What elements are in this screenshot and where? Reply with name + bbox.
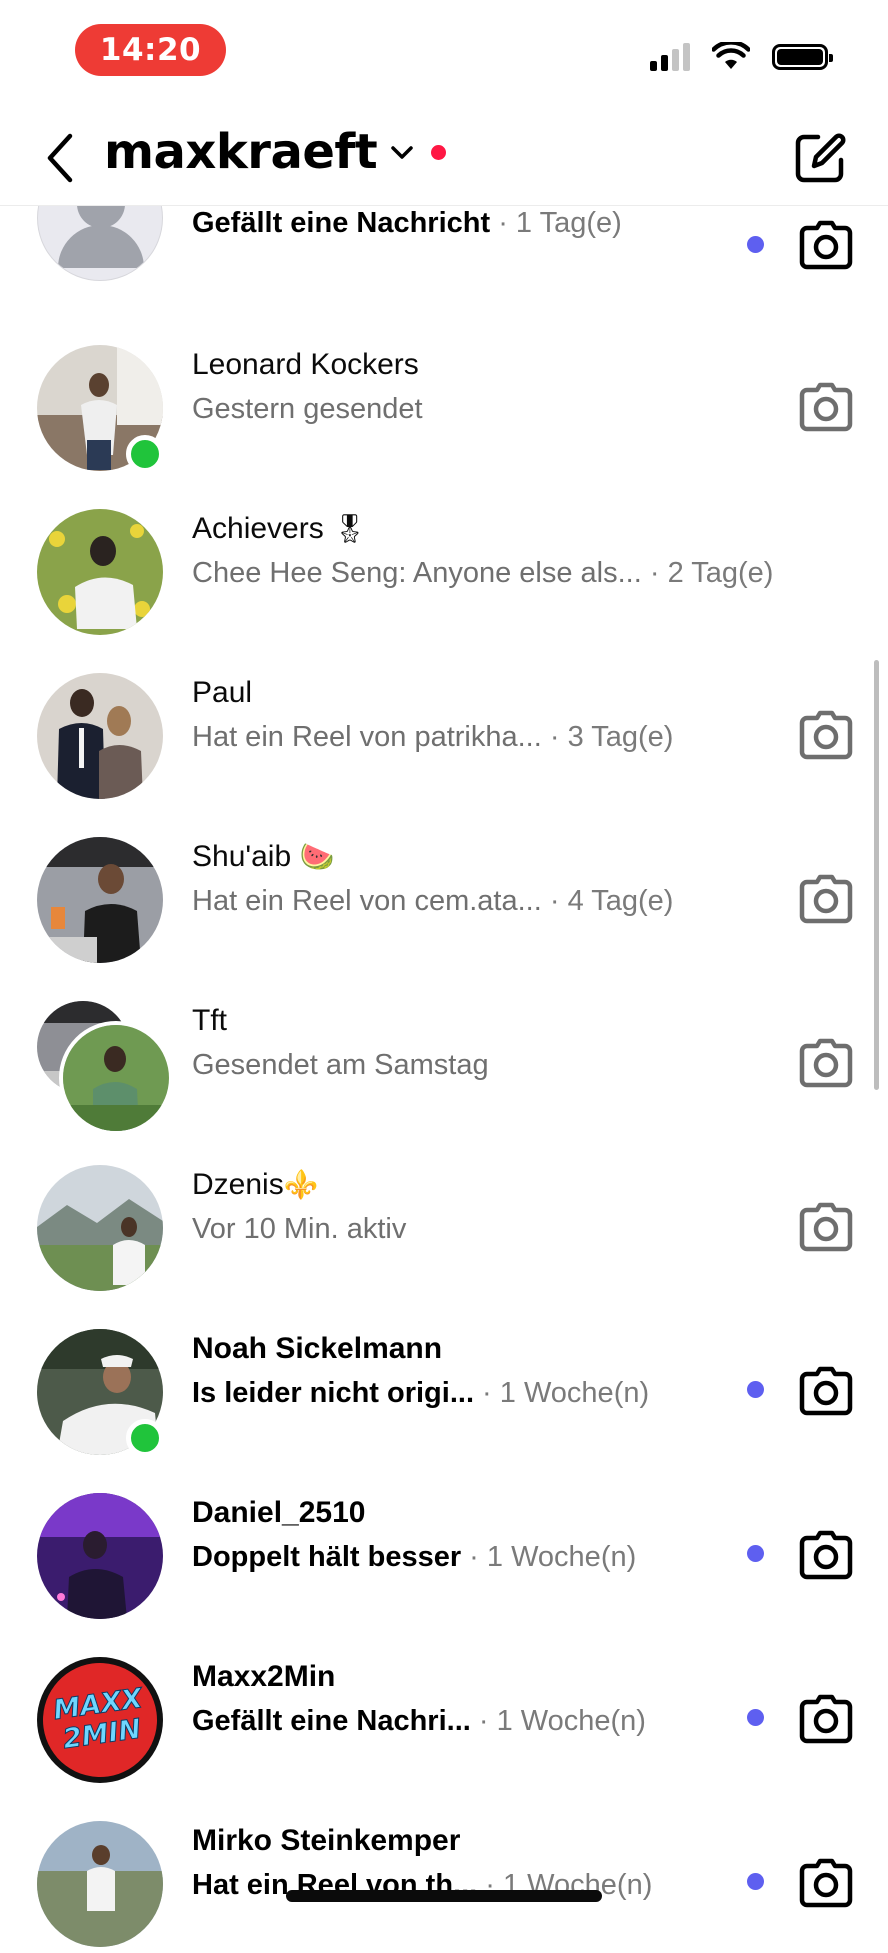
conversation-row-achievers[interactable]: Achievers 🎖 Chee Hee Seng: Anyone else a… (0, 477, 888, 641)
medal-emoji: 🎖 (332, 513, 368, 544)
conversation-row-shuaib[interactable]: Shu'aib 🍉 Hat ein Reel von cem.ata... · … (0, 805, 888, 969)
dropdown-chevron-icon (391, 146, 413, 159)
unread-dot (747, 1381, 764, 1398)
conversation-name: Achievers 🎖 (192, 512, 368, 545)
compose-button[interactable] (790, 128, 850, 188)
unread-dot (747, 236, 764, 253)
page-title: maxkraeft (104, 124, 378, 180)
group-avatar-front (59, 1021, 173, 1135)
avatar (37, 1493, 163, 1619)
inbox-header: maxkraeft (0, 110, 888, 206)
home-indicator[interactable] (286, 1890, 602, 1902)
status-time[interactable]: 14:20 (75, 24, 226, 76)
conversation-row-dzenis[interactable]: Dzenis⚜️ Vor 10 Min. aktiv (0, 1133, 888, 1297)
avatar (37, 1165, 163, 1291)
unread-dot (747, 1873, 764, 1890)
cellular-signal-icon (650, 43, 690, 71)
conversation-preview: Doppelt hält besser · 1 Woche(n) (192, 1541, 637, 1573)
avatar (37, 1821, 163, 1947)
conversation-preview: Vor 10 Min. aktiv (192, 1213, 407, 1245)
conversation-name: Paul (192, 676, 253, 709)
scrollbar[interactable] (874, 660, 879, 1090)
camera-icon[interactable] (798, 1364, 854, 1418)
group-avatar (37, 1001, 173, 1135)
avatar (37, 509, 163, 635)
profile-photo (37, 1821, 163, 1947)
conversation-preview: Gestern gesendet (192, 393, 423, 425)
profile-photo (37, 509, 163, 635)
profile-photo (37, 673, 163, 799)
unread-dot (747, 1545, 764, 1562)
camera-icon[interactable] (798, 708, 854, 762)
camera-icon[interactable] (798, 1856, 854, 1910)
conversation-preview: Hat ein Reel von cem.ata... · 4 Tag(e) (192, 885, 674, 917)
account-switcher[interactable]: maxkraeft (104, 124, 447, 180)
camera-icon[interactable] (798, 1528, 854, 1582)
camera-icon[interactable] (798, 218, 854, 272)
avatar: MAXX 2MIN (37, 1657, 163, 1783)
status-icons (650, 40, 833, 74)
online-indicator (126, 1419, 164, 1457)
camera-icon[interactable] (798, 1200, 854, 1254)
back-button[interactable] (40, 128, 80, 188)
conversation-row-leonard-kockers[interactable]: Leonard Kockers Gestern gesendet (0, 313, 888, 477)
conversation-preview: Gefällt eine Nachricht · 1 Tag(e) (192, 207, 622, 239)
notification-dot (431, 144, 447, 160)
conversation-preview: Gefällt eine Nachri... · 1 Woche(n) (192, 1705, 646, 1737)
conversation-name: Maxx2Min (192, 1660, 336, 1693)
conversation-row-paul[interactable]: Paul Hat ein Reel von patrikha... · 3 Ta… (0, 641, 888, 805)
online-indicator (126, 435, 164, 473)
fleur-de-lis-emoji: ⚜️ (283, 1169, 319, 1200)
conversation-preview: Chee Hee Seng: Anyone else als... · 2 Ta… (192, 557, 774, 589)
profile-photo (37, 1493, 163, 1619)
wifi-icon (712, 42, 750, 69)
conversation-name: Noah Sickelmann (192, 1332, 443, 1365)
watermelon-emoji: 🍉 (299, 841, 335, 872)
conversation-row-noah-sickelmann[interactable]: Noah Sickelmann Is leider nicht origi...… (0, 1297, 888, 1461)
profile-photo (37, 1165, 163, 1291)
conversation-row-mirko-steinkemper[interactable]: Mirko Steinkemper Hat ein Reel von th...… (0, 1789, 888, 1953)
camera-icon[interactable] (798, 1692, 854, 1746)
camera-icon[interactable] (798, 872, 854, 926)
conversation-name: Leonard Kockers (192, 348, 419, 381)
conversation-row-daniel-2510[interactable]: Daniel_2510 Doppelt hält besser · 1 Woch… (0, 1461, 888, 1625)
conversation-name: Dzenis⚜️ (192, 1168, 319, 1201)
profile-photo (37, 837, 163, 963)
camera-icon[interactable] (798, 380, 854, 434)
conversation-name: Shu'aib 🍉 (192, 840, 335, 873)
battery-icon (772, 44, 833, 70)
status-bar: 14:20 (0, 0, 888, 110)
conversation-preview: Is leider nicht origi... · 1 Woche(n) (192, 1377, 650, 1409)
conversation-row-maxx2min[interactable]: MAXX 2MIN Maxx2Min Gefällt eine Nachri..… (0, 1625, 888, 1789)
avatar (37, 673, 163, 799)
maxx2min-logo: MAXX 2MIN (37, 1657, 163, 1783)
avatar (37, 837, 163, 963)
camera-icon[interactable] (798, 1036, 854, 1090)
conversation-preview: Gesendet am Samstag (192, 1049, 489, 1081)
conversation-name: Daniel_2510 (192, 1496, 366, 1529)
unread-dot (747, 1709, 764, 1726)
conversation-name: Tft (192, 1004, 227, 1037)
conversation-preview: Hat ein Reel von patrikha... · 3 Tag(e) (192, 721, 674, 753)
conversation-row-tft[interactable]: Tft Gesendet am Samstag (0, 969, 888, 1135)
conversation-name: Mirko Steinkemper (192, 1824, 461, 1857)
